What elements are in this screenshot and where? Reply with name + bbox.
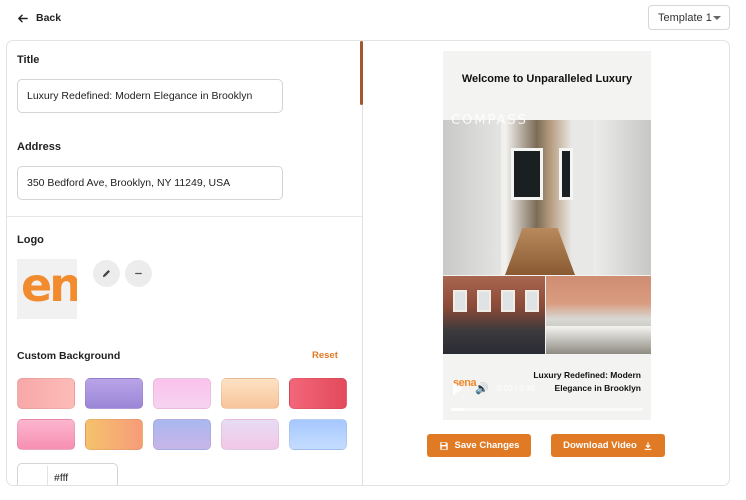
custom-color-input[interactable]: #fff [17,463,118,485]
background-swatch[interactable] [85,419,143,450]
play-icon[interactable] [453,383,463,395]
logo-image: en [21,259,77,312]
section-divider [7,216,362,217]
preview-watermark: COMPASS [451,113,528,128]
background-swatch[interactable] [153,419,211,450]
preview-caption: Luxury Redefined: Modern Elegance in Bro… [533,370,641,393]
address-label: Address [17,141,62,153]
volume-icon[interactable]: 🔊 [475,382,489,395]
download-video-label: Download Video [563,440,637,451]
custom-color-value: #fff [54,472,69,484]
preview-title: Welcome to Unparalleled Luxury [461,73,633,85]
panel-divider [362,41,363,485]
background-swatch[interactable] [289,378,347,409]
preview-photo-kitchen [546,276,651,354]
back-button[interactable]: Back [17,10,61,26]
custom-background-label: Custom Background [17,350,121,362]
remove-logo-button[interactable] [125,260,152,287]
template-select-value: Template 1 [658,11,712,24]
address-input[interactable]: 350 Bedford Ave, Brooklyn, NY 11249, USA [17,166,283,200]
save-icon [439,441,448,450]
video-progress-fill [451,408,465,411]
arrow-left-icon [18,14,28,22]
background-swatch[interactable] [17,378,75,409]
title-input[interactable]: Luxury Redefined: Modern Elegance in Bro… [17,79,283,113]
save-changes-button[interactable]: Save Changes [427,434,531,457]
video-progress-bar[interactable] [451,408,643,411]
form-scrollbar[interactable] [360,41,363,105]
reset-button[interactable]: Reset [312,350,338,361]
save-changes-label: Save Changes [454,440,520,451]
settings-form[interactable]: Title Luxury Redefined: Modern Elegance … [7,41,362,485]
background-swatch[interactable] [221,419,279,450]
chevron-down-icon [713,15,721,20]
title-label: Title [17,54,40,66]
download-video-button[interactable]: Download Video [551,434,665,457]
back-label: Back [36,12,62,24]
background-swatch[interactable] [153,378,211,409]
preview-photo-main [443,120,651,275]
background-swatch[interactable] [289,419,347,450]
background-swatch[interactable] [85,378,143,409]
logo-label: Logo [17,234,44,246]
edit-logo-button[interactable] [93,260,120,287]
preview-photo-exterior [443,276,545,354]
template-select[interactable]: Template 1 [648,5,730,30]
minus-icon [135,272,142,275]
video-preview[interactable]: Welcome to Unparalleled Luxury COMPASS L… [443,51,651,420]
logo-preview: en [17,259,77,319]
background-swatch[interactable] [221,378,279,409]
video-time: 0:02 / 0:30 [497,384,535,393]
color-chip[interactable] [24,466,48,485]
editor-panel: Title Luxury Redefined: Modern Elegance … [6,40,730,486]
pencil-icon [102,270,110,278]
download-icon [644,441,652,450]
background-swatch[interactable] [17,419,75,450]
